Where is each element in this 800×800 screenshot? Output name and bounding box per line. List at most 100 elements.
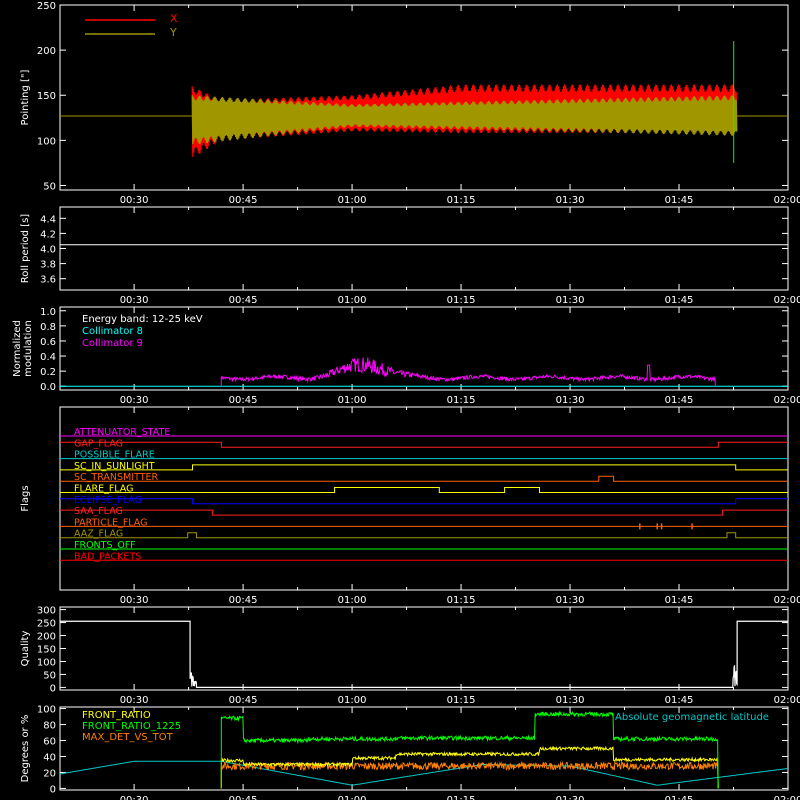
y-tick-label: 4.4: [40, 214, 56, 225]
y-tick-label: 60: [43, 737, 56, 748]
y-axis-label: Degrees or %: [20, 715, 31, 783]
y-tick-label: 50: [43, 181, 56, 192]
x-tick-label: 01:45: [665, 195, 694, 206]
x-tick-label: 00:45: [229, 195, 258, 206]
x-tick-label: 01:30: [556, 195, 585, 206]
flag-label: FLARE_FLAG: [74, 484, 134, 495]
y-tick-label: 0: [50, 784, 56, 795]
y-tick-label: 0.0: [40, 382, 56, 393]
x-tick-label: 02:00: [774, 795, 800, 800]
legend-label-x: X: [170, 12, 178, 25]
x-tick-label: 01:30: [556, 395, 585, 406]
x-tick-label: 01:30: [556, 595, 585, 606]
x-tick-label: 01:00: [338, 295, 367, 306]
y-tick-label: 40: [43, 752, 56, 763]
x-tick-label: 01:15: [447, 195, 476, 206]
x-tick-label: 00:45: [229, 295, 258, 306]
y-axis-label: Normalized: [12, 320, 23, 377]
x-tick-label: 00:45: [229, 395, 258, 406]
y-tick-label: 200: [37, 632, 56, 643]
y-tick-label: 250: [37, 1, 56, 12]
flag-label: SAA_FLAG: [74, 506, 123, 517]
x-tick-label: 02:00: [774, 695, 800, 706]
flag-label: PARTICLE_FLAG: [74, 517, 147, 528]
y-tick-label: 80: [43, 721, 56, 732]
x-tick-label: 00:30: [120, 395, 149, 406]
x-tick-label: 01:30: [556, 695, 585, 706]
y-tick-label: 0.2: [40, 367, 56, 378]
x-tick-label: 00:30: [120, 795, 149, 800]
x-tick-label: 01:00: [338, 195, 367, 206]
y-axis-label: Pointing ["]: [20, 69, 31, 125]
legend-front-ratio-1225: FRONT_RATIO_1225: [82, 721, 181, 732]
y-axis-label: Quality: [20, 631, 31, 667]
y-tick-label: 200: [37, 46, 56, 57]
y-tick-label: 300: [37, 606, 56, 617]
y-tick-label: 150: [37, 645, 56, 656]
x-tick-label: 01:15: [447, 295, 476, 306]
x-tick-label: 00:45: [229, 595, 258, 606]
x-tick-label: 01:45: [665, 395, 694, 406]
y-tick-label: 4.0: [40, 245, 56, 256]
x-tick-label: 01:15: [447, 795, 476, 800]
y-tick-label: 0.6: [40, 337, 56, 348]
flag-label: SC_IN_SUNLIGHT: [74, 461, 155, 472]
flag-label: GAP_FLAG: [74, 438, 123, 449]
x-tick-label: 01:30: [556, 795, 585, 800]
x-tick-label: 01:00: [338, 595, 367, 606]
y-axis-label: modulation: [23, 320, 34, 377]
x-tick-label: 02:00: [774, 595, 800, 606]
y-tick-label: 3.6: [40, 275, 56, 286]
legend-energy-band: Energy band: 12-25 keV: [82, 314, 203, 325]
x-tick-label: 02:00: [774, 395, 800, 406]
y-tick-label: 50: [43, 670, 56, 681]
x-tick-label: 00:30: [120, 195, 149, 206]
flag-label: ECLIPSE_FLAG: [74, 495, 142, 506]
x-tick-label: 01:30: [556, 295, 585, 306]
y-tick-label: 0.4: [40, 352, 56, 363]
y-tick-label: 0.8: [40, 322, 56, 333]
summary-plot: 00:30 00:45 01:00 01:15 01:30 01:45 02:00 50 100…: [0, 0, 800, 800]
y-tick-label: 0: [50, 683, 56, 694]
legend-max-det-vs-tot: MAX_DET_VS_TOT: [82, 732, 174, 743]
flag-label: POSSIBLE_FLARE: [74, 450, 155, 461]
flag-label: BAD_PACKETS: [74, 551, 141, 562]
legend-collimator-9: Collimator 9: [82, 338, 143, 349]
legend-label-y: Y: [169, 26, 177, 39]
flag-label: FRONTS_OFF: [74, 540, 136, 551]
x-tick-label: 01:45: [665, 595, 694, 606]
y-axis-label: Flags: [20, 485, 31, 511]
y-tick-label: 100: [37, 136, 56, 147]
x-tick-label: 01:15: [447, 395, 476, 406]
x-tick-label: 02:00: [774, 195, 800, 206]
x-tick-label: 01:45: [665, 295, 694, 306]
y-tick-label: 4.2: [40, 229, 56, 240]
x-tick-label: 01:00: [338, 695, 367, 706]
y-tick-label: 20: [43, 768, 56, 779]
x-tick-label: 00:30: [120, 295, 149, 306]
y-tick-label: 3.8: [40, 260, 56, 271]
x-tick-label: 01:45: [665, 695, 694, 706]
x-tick-label: 00:45: [229, 795, 258, 800]
x-tick-label: 01:00: [338, 395, 367, 406]
y-tick-label: 100: [37, 705, 56, 716]
flag-label: ATTENUATOR_STATE: [74, 427, 170, 438]
legend-collimator-8: Collimator 8: [82, 326, 143, 337]
x-tick-label: 01:15: [447, 695, 476, 706]
geomag-annotation: Absolute geomagnetic latitude: [615, 712, 769, 723]
flag-label: AAZ_FLAG: [74, 529, 123, 540]
x-tick-label: 00:45: [229, 695, 258, 706]
flag-label: SC_TRANSMITTER: [74, 472, 159, 483]
x-tick-label: 00:30: [120, 695, 149, 706]
x-tick-label: 01:15: [447, 595, 476, 606]
x-tick-label: 01:00: [338, 795, 367, 800]
legend-front-ratio: FRONT_RATIO: [82, 710, 151, 721]
x-tick-label: 01:45: [665, 795, 694, 800]
x-tick-label: 00:30: [120, 595, 149, 606]
x-tick-label: 02:00: [774, 295, 800, 306]
y-tick-label: 100: [37, 657, 56, 668]
y-tick-label: 150: [37, 91, 56, 102]
y-axis-label: Roll period [s]: [20, 214, 31, 283]
y-tick-label: 1.0: [40, 307, 56, 318]
y-tick-label: 250: [37, 619, 56, 630]
